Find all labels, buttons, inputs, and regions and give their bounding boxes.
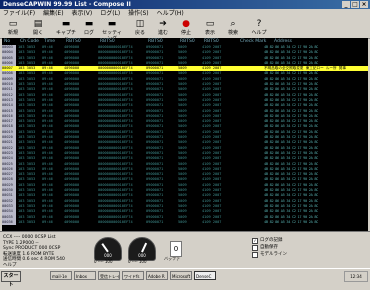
col-address[interactable]: Address: [274, 38, 292, 45]
open-icon: ▤: [33, 19, 43, 29]
buffer-meter: 0: [170, 241, 182, 257]
stop-icon: ●: [182, 19, 190, 29]
forward-icon: ➔: [159, 19, 167, 29]
close-icon[interactable]: ×: [360, 1, 368, 8]
col-data-3[interactable]: RBTS0: [148, 38, 163, 45]
help-button[interactable]: ? ヘルプ: [248, 19, 270, 37]
column-header: No Ch Code Time RBTS0 RBTS0 RBTS0 RBTS0 …: [2, 38, 368, 45]
checkbox-icon[interactable]: [252, 252, 258, 258]
gauge-left: 000: [94, 237, 122, 261]
help-icon: ?: [256, 19, 262, 29]
menu-edit[interactable]: 編集(E): [40, 9, 66, 18]
col-data-4[interactable]: RBTS0: [180, 38, 195, 45]
display-icon: ▭: [205, 19, 215, 29]
task-button[interactable]: Inbox: [74, 271, 96, 280]
col-data-5[interactable]: RBTS0: [204, 38, 219, 45]
table-cell: 5009: [178, 219, 187, 224]
settings-icon: ▬: [107, 19, 117, 29]
task-button[interactable]: ワイドfs: [122, 271, 144, 280]
option-model-line[interactable]: モデルライン: [252, 251, 287, 258]
gauge-left-scale: 0 ---- 100: [94, 259, 113, 264]
menu-operation[interactable]: 操作(S): [125, 9, 152, 18]
buffer-label: バッファ: [164, 256, 180, 261]
col-data-1[interactable]: RBTS0: [66, 38, 81, 45]
col-time[interactable]: Time: [44, 38, 55, 45]
status-panel: CCX ---- 0000 0CSP List TYPE 1.2P000 -- …: [0, 231, 370, 269]
col-check-mark[interactable]: Check Mark: [240, 38, 266, 45]
table-cell: 09000071: [146, 219, 164, 224]
table-cell: 103 3053: [18, 219, 36, 224]
table-cell: 4B 82 86 A5 34 C2 17 90 2A 8C: [264, 219, 319, 224]
search-icon: ⌕: [230, 19, 236, 29]
task-button[interactable]: Microsoft: [170, 271, 192, 280]
new-icon: ▭: [8, 19, 18, 29]
gauge-right-scale: 0 ---- 100: [128, 259, 147, 264]
table-cell: 4109 2007: [202, 219, 222, 224]
new-button[interactable]: ▭ 新規: [2, 19, 24, 37]
clock: 12:34: [344, 271, 368, 282]
options-panel: ✓ ログの記録 自動保存 モデルライン: [252, 237, 287, 258]
table-row[interactable]: 00036 103 3053 09:46 4096000 000000000010EF7…: [2, 219, 368, 226]
option-log-record[interactable]: ✓ ログの記録: [252, 237, 287, 244]
menu-file[interactable]: ファイル(F): [0, 9, 38, 18]
table-cell: 09:46: [42, 219, 53, 224]
capture-icon: ▬: [61, 19, 71, 29]
menu-help[interactable]: ヘルプ(H): [154, 9, 187, 18]
log-button[interactable]: ▬ ログ: [78, 19, 100, 37]
gauge-right: 000: [128, 237, 156, 261]
window-title: DenseCAPWIN 99.99 List - Compose II: [3, 1, 131, 8]
toolbar: ▭新規 ▤開く ▬キャプチャ ▬ログ ▬セッティング ◫戻る ➔進む ●停止 ▭…: [0, 18, 370, 42]
back-button[interactable]: ◫ 戻る: [129, 19, 151, 37]
menu-log[interactable]: ログ(L): [97, 9, 123, 18]
forward-button[interactable]: ➔ 進む: [152, 19, 174, 37]
col-no[interactable]: No: [4, 38, 10, 45]
col-data-2[interactable]: RBTS0: [100, 38, 115, 45]
table-cell: 4096000: [64, 219, 80, 224]
table-cell: 00036: [2, 219, 16, 226]
capture-button[interactable]: ▬キャプチャ: [55, 19, 77, 42]
back-icon: ◫: [135, 19, 145, 29]
start-button[interactable]: スタート: [1, 271, 21, 288]
table-cell: 000000000010EF74: [98, 219, 133, 224]
menu-view[interactable]: 表示(V): [68, 9, 95, 18]
task-button-active[interactable]: DenseC: [194, 271, 216, 280]
taskbar: スタート mail-1e Inbox 受信トレイ ワイドfs Adobe R M…: [0, 268, 370, 288]
packet-list[interactable]: No Ch Code Time RBTS0 RBTS0 RBTS0 RBTS0 …: [2, 38, 368, 231]
search-button[interactable]: ⌕ 検索: [222, 19, 244, 37]
capture-info: CCX ---- 0000 0CSP List TYPE 1.2P000 -- …: [3, 235, 65, 262]
task-button[interactable]: mail-1e: [50, 271, 72, 280]
packet-rows: 00003 103 3053 09:46 4096000 000000000010EF7…: [2, 45, 368, 226]
log-icon: ▬: [84, 19, 94, 29]
option-autosave[interactable]: 自動保存: [252, 244, 287, 251]
display-button[interactable]: ▭ 表示: [199, 19, 221, 37]
stop-button[interactable]: ● 停止: [175, 19, 197, 37]
maximize-icon[interactable]: □: [351, 1, 359, 8]
menu-bar: ファイル(F) 編集(E) 表示(V) ログ(L) 操作(S) ヘルプ(H): [0, 9, 370, 18]
task-button[interactable]: Adobe R: [146, 271, 168, 280]
col-ch-code[interactable]: Ch Code: [20, 38, 39, 45]
settings-button[interactable]: ▬セッティング: [101, 19, 123, 42]
minimize-icon[interactable]: _: [342, 1, 350, 8]
open-button[interactable]: ▤ 開く: [27, 19, 49, 37]
title-bar: DenseCAPWIN 99.99 List - Compose II _ □ …: [0, 0, 370, 9]
task-button[interactable]: 受信トレイ: [98, 271, 120, 280]
